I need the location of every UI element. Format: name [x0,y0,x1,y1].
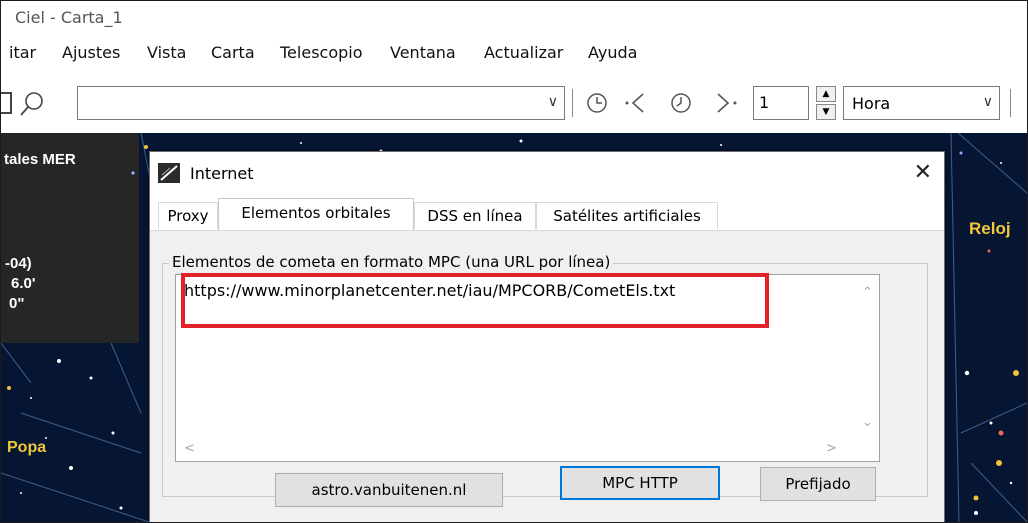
document-icon[interactable] [1,92,12,114]
title-bar: Ciel - Carta_1 [1,1,1027,35]
group-label: Elementos de cometa en formato MPC (una … [169,253,614,271]
menu-item-ventana[interactable]: Ventana [390,43,456,62]
constellation-label-popa: Popa [7,439,47,456]
clock-icon[interactable] [585,91,609,115]
url-line: https://www.minorplanetcenter.net/iau/MP… [184,281,676,300]
tab-content: Elementos de cometa en formato MPC (una … [150,230,944,522]
astro-vanbuitenen-button[interactable]: astro.vanbuitenen.nl [275,473,503,507]
clock-alt-icon[interactable] [669,91,693,115]
scroll-down-icon[interactable]: ⌄ [862,415,873,430]
tab-elementos-orbitales[interactable]: Elementos orbitales [218,198,414,230]
coordinate-text: -04) [5,255,32,272]
time-unit-value: Hora [852,94,891,113]
time-step-value: 1 [759,93,770,112]
scroll-left-icon[interactable]: < [184,441,195,456]
application-window: Ciel - Carta_1 itar Ajustes Vista Carta … [0,0,1028,523]
mpc-http-button[interactable]: MPC HTTP [560,466,720,500]
dropdown-icon[interactable]: ∨ [548,94,558,110]
menu-item-ajustes[interactable]: Ajustes [62,43,120,62]
meridian-label: tales MER [4,151,76,168]
step-back-icon[interactable] [623,91,649,115]
tab-bar: Proxy Elementos orbitales DSS en línea S… [150,198,944,230]
step-forward-icon[interactable] [714,91,740,115]
menu-item-carta[interactable]: Carta [211,43,255,62]
horizontal-scrollbar[interactable]: < > [176,439,859,461]
tab-dss-en-linea[interactable]: DSS en línea [414,202,536,229]
constellation-label-reloj: Reloj [969,219,1011,238]
tab-proxy[interactable]: Proxy [158,202,218,229]
spin-down-icon[interactable]: ▼ [816,104,836,120]
coordinate-text: 0" [9,295,25,312]
coordinate-text: 6.0' [11,275,36,292]
window-title: Ciel - Carta_1 [15,8,123,27]
menu-item-telescopio[interactable]: Telescopio [280,43,363,62]
scroll-right-icon[interactable]: > [826,441,837,456]
app-logo-icon [158,163,180,183]
internet-dialog: Internet ✕ Proxy Elementos orbitales DSS… [149,151,945,522]
menu-item-editar[interactable]: itar [9,43,36,62]
menu-item-ayuda[interactable]: Ayuda [588,43,637,62]
toolbar-separator [1010,89,1011,117]
scroll-up-icon[interactable]: ⌃ [862,285,873,300]
chevron-down-icon[interactable]: ∨ [983,94,993,110]
search-icon[interactable] [17,89,47,119]
menu-item-actualizar[interactable]: Actualizar [484,43,563,62]
time-step-input[interactable]: 1 [753,86,809,120]
toolbar-separator [572,89,573,117]
vertical-scrollbar[interactable]: ⌃ ⌄ [857,275,879,440]
time-step-spinner: ▲ ▼ [816,86,836,120]
object-search-input[interactable]: ∨ [77,86,565,120]
close-icon[interactable]: ✕ [914,160,932,185]
menu-bar: itar Ajustes Vista Carta Telescopio Vent… [1,43,1027,71]
toolbar: ∨ 1 ▲ ▼ Hora ∨ [1,79,1027,127]
dialog-title: Internet [190,164,254,183]
dialog-title-bar: Internet ✕ [150,152,944,192]
default-button[interactable]: Prefijado [760,467,876,501]
url-list-textarea[interactable]: https://www.minorplanetcenter.net/iau/MP… [175,274,880,462]
time-unit-select[interactable]: Hora ∨ [843,86,1000,120]
spin-up-icon[interactable]: ▲ [816,86,836,102]
menu-item-vista[interactable]: Vista [147,43,186,62]
tab-satelites-artificiales[interactable]: Satélites artificiales [536,202,718,229]
comet-elements-group: Elementos de cometa en formato MPC (una … [162,253,928,497]
